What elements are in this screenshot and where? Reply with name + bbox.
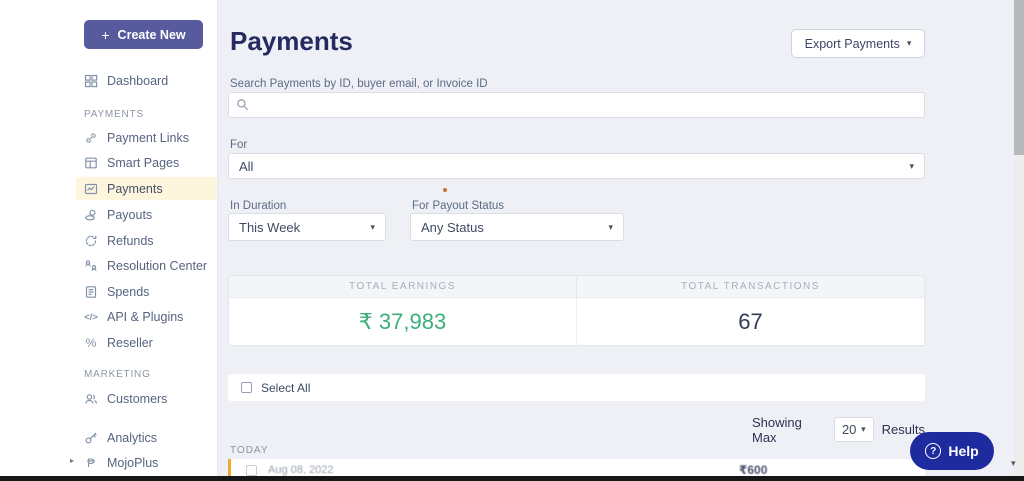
sidebar: + Create New Dashboard PAYMENTS Payment …: [0, 0, 218, 481]
totals-card: TOTAL EARNINGS TOTAL TRANSACTIONS ₹ 37,9…: [228, 275, 925, 346]
sidebar-item-spends[interactable]: Spends: [84, 281, 149, 303]
total-transactions-header: TOTAL TRANSACTIONS: [577, 276, 924, 297]
chevron-down-icon: ▾: [909, 162, 914, 171]
scrollbar-thumb[interactable]: [1014, 0, 1024, 155]
mojoplus-expand-icon[interactable]: ▸: [70, 456, 74, 465]
total-earnings-header: TOTAL EARNINGS: [229, 276, 577, 297]
payouts-coins-icon: [84, 208, 98, 222]
duration-select[interactable]: This Week ▾: [228, 213, 386, 241]
smart-pages-icon: [84, 156, 98, 170]
page-title: Payments: [230, 26, 353, 57]
in-duration-label: In Duration: [230, 200, 286, 212]
api-code-icon: </>: [84, 310, 98, 324]
total-earnings-value: ₹ 37,983: [229, 298, 577, 345]
row-amount: ₹600: [739, 463, 767, 477]
showing-max-prefix: Showing Max: [752, 415, 826, 445]
sidebar-item-payouts[interactable]: Payouts: [84, 204, 152, 226]
sidebar-item-label: Resolution Center: [107, 259, 207, 273]
chevron-down-icon: ▾: [907, 39, 912, 48]
for-select[interactable]: All ▾: [228, 153, 925, 179]
payout-status-label: For Payout Status: [412, 200, 504, 212]
row-date: Aug 08, 2022: [268, 464, 333, 476]
search-icon: [236, 98, 249, 111]
row-checkbox[interactable]: [246, 465, 257, 476]
export-payments-label: Export Payments: [805, 37, 900, 51]
sidebar-item-analytics[interactable]: Analytics: [84, 427, 157, 449]
sidebar-item-label: Refunds: [107, 234, 154, 248]
search-label: Search Payments by ID, buyer email, or I…: [230, 78, 488, 90]
sidebar-item-refunds[interactable]: Refunds: [84, 230, 154, 252]
bottom-edge-bar: [0, 476, 1024, 481]
chevron-down-icon: ▾: [608, 223, 613, 232]
for-label: For: [230, 139, 247, 151]
sidebar-item-label: Analytics: [107, 431, 157, 445]
resolution-center-icon: [84, 259, 98, 273]
search-field-wrap: [228, 92, 925, 118]
notification-dot: [443, 188, 447, 192]
sidebar-item-label: Smart Pages: [107, 156, 179, 170]
export-payments-button[interactable]: Export Payments ▾: [791, 29, 925, 58]
create-new-button[interactable]: + Create New: [84, 20, 203, 49]
sidebar-item-label: Customers: [107, 392, 167, 406]
search-input[interactable]: [228, 92, 925, 118]
sidebar-item-payment-links[interactable]: Payment Links: [84, 127, 189, 149]
sidebar-item-label: Payment Links: [107, 131, 189, 145]
sidebar-item-label: Payouts: [107, 208, 152, 222]
spends-document-icon: [84, 285, 98, 299]
sidebar-item-label: API & Plugins: [107, 310, 183, 324]
sidebar-item-smart-pages[interactable]: Smart Pages: [84, 152, 179, 174]
payout-status-select[interactable]: Any Status ▾: [410, 213, 624, 241]
sidebar-section-marketing: MARKETING: [84, 369, 151, 380]
plus-icon: +: [101, 27, 109, 43]
sidebar-item-reseller[interactable]: % Reseller: [84, 332, 153, 354]
create-new-label: Create New: [118, 28, 186, 42]
chevron-down-icon: ▾: [861, 425, 866, 434]
sidebar-item-payments[interactable]: Payments: [84, 178, 163, 200]
scroll-down-icon[interactable]: ▾: [1011, 458, 1016, 469]
payments-chart-icon: [84, 182, 98, 196]
sidebar-item-label: Reseller: [107, 336, 153, 350]
sidebar-item-label: Payments: [107, 182, 163, 196]
total-transactions-value: 67: [577, 298, 924, 345]
select-all-checkbox[interactable]: [241, 382, 252, 393]
customers-people-icon: [84, 392, 98, 406]
sidebar-item-label: MojoPlus: [107, 456, 158, 470]
results-count-select[interactable]: 20 ▾: [834, 417, 874, 442]
today-group-label: TODAY: [230, 445, 269, 456]
sidebar-item-api-plugins[interactable]: </> API & Plugins: [84, 306, 183, 328]
for-select-value: All: [239, 159, 253, 174]
duration-select-value: This Week: [239, 220, 300, 235]
showing-max-control: Showing Max 20 ▾ Results: [752, 417, 925, 442]
sidebar-item-dashboard[interactable]: Dashboard: [84, 70, 168, 92]
mojoplus-icon: ₱: [84, 456, 98, 470]
sidebar-item-label: Dashboard: [107, 74, 168, 88]
reseller-percent-icon: %: [84, 336, 98, 350]
select-all-bar: Select All: [228, 374, 925, 401]
question-icon: ?: [925, 443, 941, 459]
results-count-value: 20: [842, 422, 856, 437]
sidebar-item-resolution-center[interactable]: Resolution Center: [84, 255, 207, 277]
select-all-label: Select All: [261, 381, 310, 395]
chevron-down-icon: ▾: [370, 223, 375, 232]
payout-status-select-value: Any Status: [421, 220, 484, 235]
sidebar-item-mojoplus[interactable]: ₱ MojoPlus: [84, 452, 158, 474]
sidebar-item-customers[interactable]: Customers: [84, 388, 167, 410]
link-icon: [84, 131, 98, 145]
help-button[interactable]: ? Help: [910, 432, 994, 470]
help-label: Help: [948, 443, 978, 459]
sidebar-item-label: Spends: [107, 285, 149, 299]
dashboard-grid-icon: [84, 74, 98, 88]
sidebar-section-payments: PAYMENTS: [84, 109, 144, 120]
analytics-key-icon: [84, 431, 98, 445]
refunds-arrow-icon: [84, 234, 98, 248]
